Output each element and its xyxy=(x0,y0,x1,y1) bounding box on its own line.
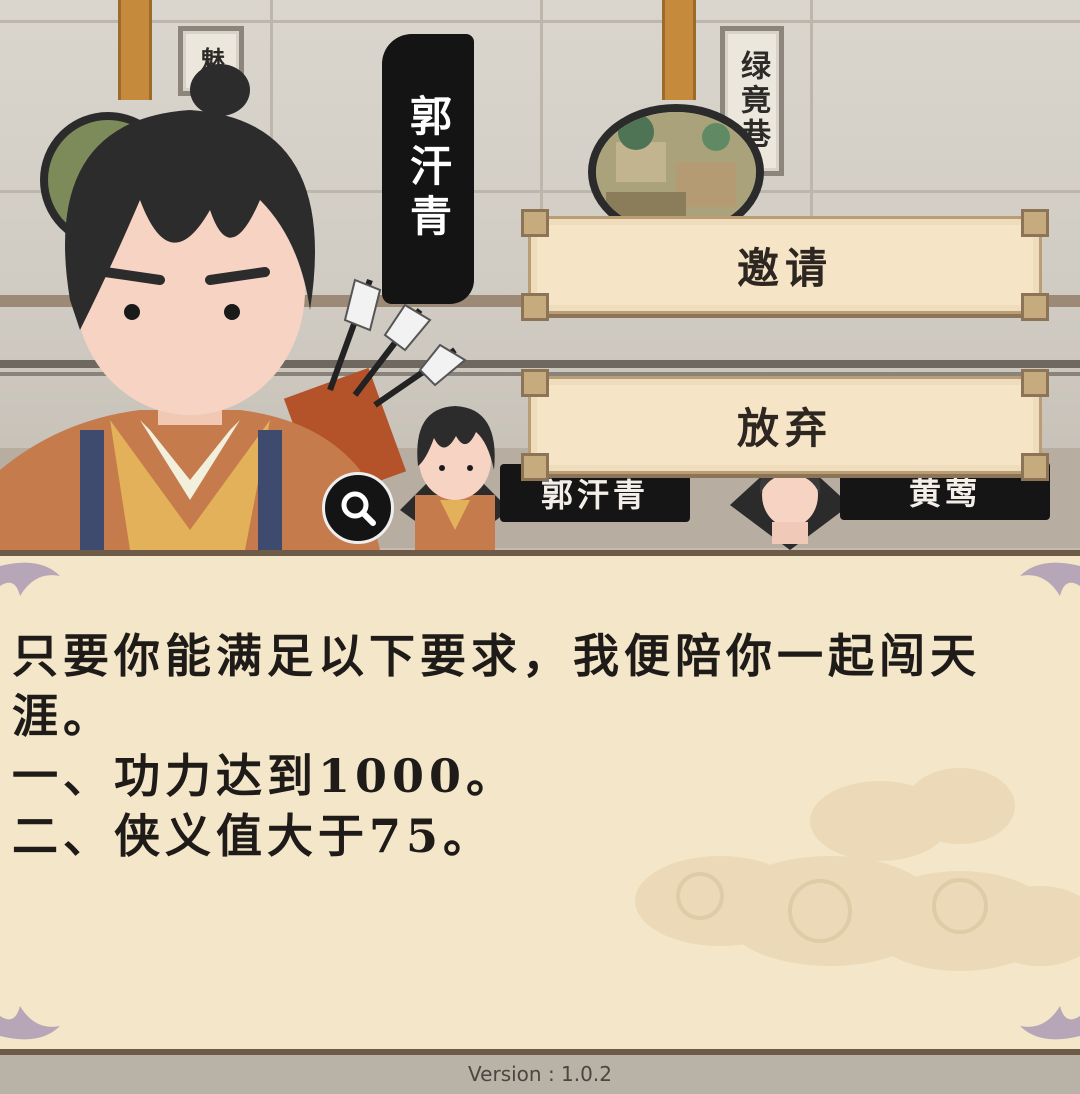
party-member-name: 黄莺 xyxy=(908,474,981,512)
button-corner-ornament xyxy=(521,293,549,321)
invite-button-label: 邀请 xyxy=(736,243,833,293)
magnifier-icon xyxy=(341,491,376,526)
dialog-text: 只要你能满足以下要求，我便陪你一起闯天涯。 一、功力达到1000。 二、侠义值大… xyxy=(12,626,1052,866)
button-corner-ornament xyxy=(1021,369,1049,397)
abandon-button[interactable]: 放弃 xyxy=(521,369,1049,481)
abandon-button-label: 放弃 xyxy=(736,403,833,453)
invite-button[interactable]: 邀请 xyxy=(521,209,1049,321)
dialog-line: 只要你能满足以下要求，我便陪你一起闯天涯。 xyxy=(12,629,981,743)
button-corner-ornament xyxy=(521,453,549,481)
wooden-pillar xyxy=(662,0,696,100)
game-scene: 魅 绿竟巷 郭汗青 郭汗青 黄莺 邀请 放弃 xyxy=(0,0,1080,550)
button-corner-ornament xyxy=(521,369,549,397)
button-corner-ornament xyxy=(1021,209,1049,237)
button-corner-ornament xyxy=(1021,453,1049,481)
button-corner-ornament xyxy=(1021,293,1049,321)
party-member-name: 郭汗青 xyxy=(540,476,649,514)
dialog-line: 一、功力达到1000。 xyxy=(12,749,518,803)
button-corner-ornament xyxy=(521,209,549,237)
town-map-thumbnail xyxy=(596,112,756,232)
dialog-line: 二、侠义值大于75。 xyxy=(12,809,495,863)
dialog-box[interactable]: 只要你能满足以下要求，我便陪你一起闯天涯。 一、功力达到1000。 二、侠义值大… xyxy=(0,550,1080,1055)
inspect-button[interactable] xyxy=(322,472,394,544)
version-label: Version : 1.0.2 xyxy=(468,1062,612,1086)
